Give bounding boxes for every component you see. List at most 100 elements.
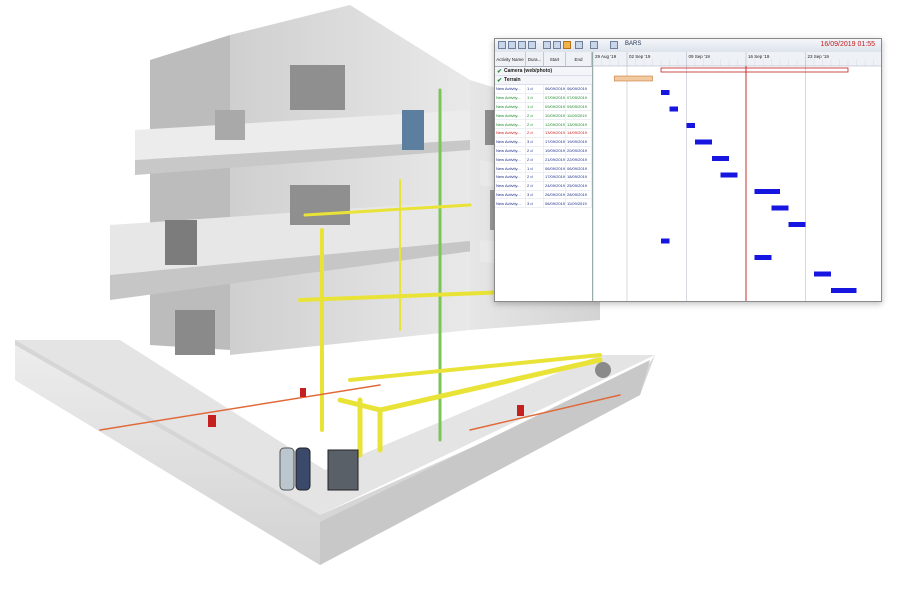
check-icon: ✔ bbox=[497, 68, 503, 75]
activity-bar[interactable] bbox=[831, 288, 857, 293]
activity-end: 06/09/2019 bbox=[566, 164, 592, 172]
activity-dur: 2 d bbox=[526, 155, 544, 164]
activity-dur: 2 d bbox=[526, 120, 544, 128]
zoom-in-icon[interactable] bbox=[543, 41, 551, 49]
activity-end: 28/09/2019 bbox=[566, 190, 592, 199]
activity-start: 21/09/2019 bbox=[545, 155, 566, 164]
activity-name: New Activity... bbox=[495, 128, 526, 137]
activity-bar[interactable] bbox=[720, 172, 738, 178]
activity-row[interactable]: New Activity... 2 d 13/09/2019 14/09/2019 bbox=[495, 128, 592, 138]
activity-start: 07/09/2019 bbox=[545, 93, 566, 102]
activity-row[interactable]: New Activity... 1 d 07/09/2019 07/09/2019 bbox=[495, 93, 592, 103]
activity-row[interactable]: New Activity... 2 d 12/09/2019 13/09/2019 bbox=[495, 120, 592, 129]
activity-end: 06/09/2019 bbox=[566, 85, 592, 93]
activity-start: 06/09/2019 bbox=[545, 199, 566, 208]
view-mode-label[interactable]: BARS bbox=[625, 41, 641, 47]
activity-dur: 2 d bbox=[526, 146, 544, 155]
group-summary-bar bbox=[660, 67, 849, 73]
activity-bar[interactable] bbox=[669, 106, 679, 112]
current-datetime: 16/09/2019 01:55 bbox=[820, 41, 876, 48]
activity-name: New Activity... bbox=[495, 199, 526, 208]
activity-row[interactable]: New Activity... 2 d 21/09/2019 22/09/2019 bbox=[495, 155, 592, 165]
activity-table: Activity Name Dura... Start End ✔ Camera … bbox=[495, 52, 593, 301]
column-start[interactable]: Start bbox=[544, 52, 566, 66]
group-row[interactable]: ✔ Terrain bbox=[495, 76, 592, 85]
activity-bar[interactable] bbox=[695, 139, 712, 145]
settings-icon[interactable] bbox=[590, 41, 598, 49]
activity-start: 17/09/2019 bbox=[545, 172, 566, 181]
week-label: 16 Sep '19 bbox=[748, 54, 770, 59]
activity-dur: 2 d bbox=[526, 172, 544, 181]
activity-row[interactable]: New Activity... 3 d 17/09/2019 19/09/2019 bbox=[495, 137, 592, 147]
activity-end: 11/09/2019 bbox=[566, 199, 592, 208]
activity-dur: 3 d bbox=[526, 199, 544, 208]
week-label: 02 Sep '19 bbox=[629, 54, 651, 59]
activity-start: 19/09/2019 bbox=[545, 146, 566, 155]
activity-row[interactable]: New Activity... 1 d 06/09/2019 06/09/2019 bbox=[495, 164, 592, 173]
outdent-icon[interactable] bbox=[508, 41, 516, 49]
unlink-icon[interactable] bbox=[528, 41, 536, 49]
activity-name: New Activity... bbox=[495, 172, 526, 181]
activity-dur: 1 d bbox=[526, 93, 544, 102]
activity-start: 06/09/2019 bbox=[545, 164, 566, 172]
activity-bar[interactable] bbox=[661, 238, 670, 244]
building-left-block bbox=[110, 5, 480, 355]
activity-bar[interactable] bbox=[712, 156, 729, 161]
check-icon: ✔ bbox=[497, 77, 503, 84]
activity-row[interactable]: New Activity... 1 d 09/09/2019 09/09/2019 bbox=[495, 102, 592, 112]
activity-name: New Activity... bbox=[495, 85, 526, 93]
column-activity-name[interactable]: Activity Name bbox=[495, 52, 526, 66]
activity-dur: 2 d bbox=[526, 181, 544, 190]
indent-icon[interactable] bbox=[498, 41, 506, 49]
activity-start: 24/09/2019 bbox=[545, 181, 566, 190]
view-mode-icon[interactable] bbox=[610, 41, 618, 49]
link-icon[interactable] bbox=[518, 41, 526, 49]
activity-start: 17/09/2019 bbox=[545, 137, 566, 146]
activity-row[interactable]: New Activity... 2 d 17/09/2019 18/09/2019 bbox=[495, 172, 592, 182]
group-row[interactable]: ✔ Camera (web/photo) bbox=[495, 67, 592, 76]
activity-name: New Activity... bbox=[495, 155, 526, 164]
activity-end: 13/09/2019 bbox=[566, 120, 592, 128]
activity-row[interactable]: New Activity... 2 d 24/09/2019 25/09/2019 bbox=[495, 181, 592, 191]
week-label: 09 Sep '19 bbox=[689, 54, 711, 59]
activity-bar[interactable] bbox=[788, 222, 806, 227]
activity-dur: 1 d bbox=[526, 102, 544, 111]
activity-bar[interactable] bbox=[686, 123, 696, 128]
activity-end: 22/09/2019 bbox=[566, 155, 592, 164]
activity-end: 11/09/2019 bbox=[566, 111, 592, 120]
activity-name: New Activity... bbox=[495, 146, 526, 155]
activity-bar[interactable] bbox=[661, 90, 670, 95]
activity-bar[interactable] bbox=[754, 189, 781, 194]
activity-start: 26/09/2019 bbox=[545, 190, 566, 199]
activity-row[interactable]: New Activity... 2 d 10/09/2019 11/09/2019 bbox=[495, 111, 592, 121]
filter-icon[interactable] bbox=[575, 41, 583, 49]
activity-start: 12/09/2019 bbox=[545, 120, 566, 128]
activity-dur: 1 d bbox=[526, 85, 544, 93]
activity-bar[interactable] bbox=[754, 255, 772, 260]
activity-name: New Activity... bbox=[495, 137, 526, 146]
activity-end: 07/09/2019 bbox=[566, 93, 592, 102]
activity-end: 20/09/2019 bbox=[566, 146, 592, 155]
activity-name: New Activity... bbox=[495, 164, 526, 172]
activity-row[interactable]: New Activity... 1 d 06/09/2019 06/09/2019 bbox=[495, 85, 592, 94]
activity-name: New Activity... bbox=[495, 120, 526, 128]
highlight-tool-icon[interactable] bbox=[563, 41, 571, 49]
activity-row[interactable]: New Activity... 3 d 06/09/2019 11/09/2019 bbox=[495, 199, 592, 209]
activity-bar[interactable] bbox=[814, 271, 831, 277]
activity-table-header: Activity Name Dura... Start End bbox=[495, 52, 592, 67]
activity-bar[interactable] bbox=[771, 205, 789, 211]
activity-row[interactable]: New Activity... 2 d 19/09/2019 20/09/2019 bbox=[495, 146, 592, 156]
activity-name: New Activity... bbox=[495, 111, 526, 120]
activity-end: 25/09/2019 bbox=[566, 181, 592, 190]
activity-row[interactable]: New Activity... 3 d 26/09/2019 28/09/2019 bbox=[495, 190, 592, 200]
activity-end: 19/09/2019 bbox=[566, 137, 592, 146]
column-end[interactable]: End bbox=[566, 52, 592, 66]
activity-dur: 3 d bbox=[526, 190, 544, 199]
column-duration[interactable]: Dura... bbox=[526, 52, 544, 66]
activity-end: 14/09/2019 bbox=[566, 128, 592, 137]
zoom-out-icon[interactable] bbox=[553, 41, 561, 49]
activity-dur: 1 d bbox=[526, 164, 544, 172]
activity-start: 06/09/2019 bbox=[545, 85, 566, 93]
activity-dur: 3 d bbox=[526, 137, 544, 146]
activity-start: 09/09/2019 bbox=[545, 102, 566, 111]
